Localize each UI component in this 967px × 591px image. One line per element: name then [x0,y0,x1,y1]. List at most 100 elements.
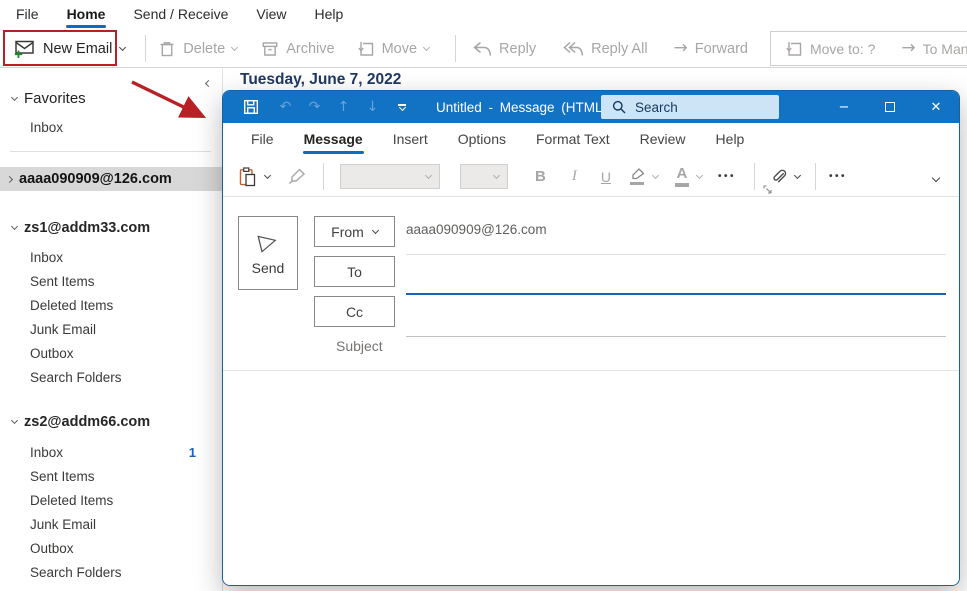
from-button[interactable]: From [314,216,395,247]
search-box[interactable]: Search [601,95,779,119]
toolbar-divider [815,163,816,190]
forward-button[interactable]: → Forward [674,40,748,57]
account-header-2[interactable]: zs1@addm33.com [12,220,222,236]
font-color-button[interactable]: A [675,166,702,187]
folder-pane: Favorites Inbox aaaa090909@126.com zs1@a… [0,68,223,591]
close-button[interactable]: ✕ [913,91,959,123]
cc-input-underline[interactable] [406,336,946,337]
menu-file[interactable]: File [2,0,53,30]
archive-label: Archive [286,41,334,57]
tab-insert[interactable]: Insert [378,123,443,157]
highlight-color-button[interactable] [630,168,658,186]
dialog-launcher-icon[interactable] [763,185,772,194]
folder-item-deleted-items[interactable]: Deleted Items [30,493,196,507]
highlighter-icon [630,168,645,186]
cc-label: Cc [346,304,363,320]
to-input-underline[interactable] [406,293,946,295]
archive-button[interactable]: Archive [261,40,334,58]
more-formatting-options-button[interactable]: ••• [718,171,736,182]
favorites-label: Favorites [24,90,86,107]
reply-button[interactable]: Reply [472,41,536,57]
new-email-button[interactable]: New Email [7,30,135,68]
customize-quick-access-toolbar-button[interactable] [392,104,412,110]
underline-button[interactable]: U [601,170,611,184]
quick-step-to-manager[interactable]: → To Manager [901,40,967,57]
bold-button[interactable]: B [535,169,546,184]
quick-step-move-to[interactable]: Move to: ? [785,40,875,58]
ribbon: New Email Delete Archive [0,30,967,68]
folder-item-deleted-items[interactable]: Deleted Items [30,298,196,312]
tab-message[interactable]: Message [289,123,378,157]
delete-button[interactable]: Delete [158,40,237,58]
menu-view[interactable]: View [242,0,300,30]
maximize-button[interactable] [867,91,913,123]
folder-label: Search Folders [30,370,122,385]
folder-label: Inbox [30,250,63,265]
folder-item-outbox[interactable]: Outbox [30,541,196,555]
to-button[interactable]: To [314,256,395,287]
paste-button[interactable] [238,167,270,187]
chevron-down-icon [425,171,432,178]
folder-item-junk-email[interactable]: Junk Email [30,322,196,336]
account-header-3[interactable]: zs2@addm66.com [12,414,222,430]
menu-send-receive[interactable]: Send / Receive [119,0,242,30]
message-body-editor[interactable] [223,371,959,586]
tab-review[interactable]: Review [625,123,701,157]
favorites-inbox[interactable]: Inbox [30,120,222,135]
to-label: To [347,264,362,280]
cc-button[interactable]: Cc [314,296,395,327]
move-down-button[interactable]: ↓ [358,100,387,114]
compose-header-fields: ▷ Send From aaaa090909@126.com To Cc Sub… [223,197,959,371]
folder-item-outbox[interactable]: Outbox [30,346,196,360]
more-commands-button[interactable]: ••• [829,171,847,182]
compose-title-bar: ↶ ↷ ↑ ↓ Untitled - Message (HTML) Search [223,91,959,123]
message-list-date-header: Tuesday, June 7, 2022 [240,71,401,89]
window-controls: − ✕ [821,91,959,123]
paste-clipboard-icon [238,167,257,187]
tab-options[interactable]: Options [443,123,521,157]
window-title: Untitled - Message (HTML) [436,100,607,115]
undo-button[interactable]: ↶ [271,100,300,114]
account-header-1[interactable]: aaaa090909@126.com [0,167,222,191]
unread-count-badge: 1 [189,445,196,460]
to-manager-label: To Manager [923,41,967,57]
folder-item-inbox[interactable]: Inbox 1 [30,445,196,459]
redo-button[interactable]: ↷ [300,100,329,114]
folder-item-sent-items[interactable]: Sent Items [30,274,196,288]
folder-item-search-folders[interactable]: Search Folders [30,370,196,384]
tab-file[interactable]: File [236,123,289,157]
attach-file-button[interactable] [770,168,800,185]
move-button[interactable]: Move [357,40,429,58]
font-size-select[interactable] [460,164,508,189]
tab-format-text[interactable]: Format Text [521,123,625,157]
minimize-button[interactable]: − [821,91,867,123]
reply-all-button[interactable]: Reply All [563,41,647,57]
favorites-header[interactable]: Favorites [12,90,222,107]
chevron-down-icon [696,171,703,178]
font-name-select[interactable] [340,164,440,189]
from-label: From [331,224,364,240]
tab-help[interactable]: Help [701,123,760,157]
collapse-folder-pane-button[interactable] [201,76,215,90]
chevron-right-icon [6,175,13,182]
folder-item-junk-email[interactable]: Junk Email [30,517,196,531]
folder-item-inbox[interactable]: Inbox [30,250,196,264]
menu-help[interactable]: Help [301,0,358,30]
chevron-down-icon [932,173,940,181]
header-body-separator [223,370,959,371]
save-button[interactable] [243,99,259,115]
italic-button[interactable]: I [572,169,577,184]
maximize-icon [885,102,895,112]
format-painter-button[interactable] [288,168,307,185]
paperclip-icon [770,168,787,185]
folder-item-sent-items[interactable]: Sent Items [30,469,196,483]
chevron-down-icon [264,171,271,178]
subject-field[interactable]: Subject [314,338,946,362]
folder-item-search-folders[interactable]: Search Folders [30,565,196,579]
collapse-ribbon-button[interactable] [933,168,939,186]
send-button[interactable]: ▷ Send [238,216,298,290]
move-up-button[interactable]: ↑ [329,100,358,114]
reply-all-label: Reply All [591,41,647,57]
folder-label: Deleted Items [30,493,113,508]
menu-home[interactable]: Home [53,0,120,30]
